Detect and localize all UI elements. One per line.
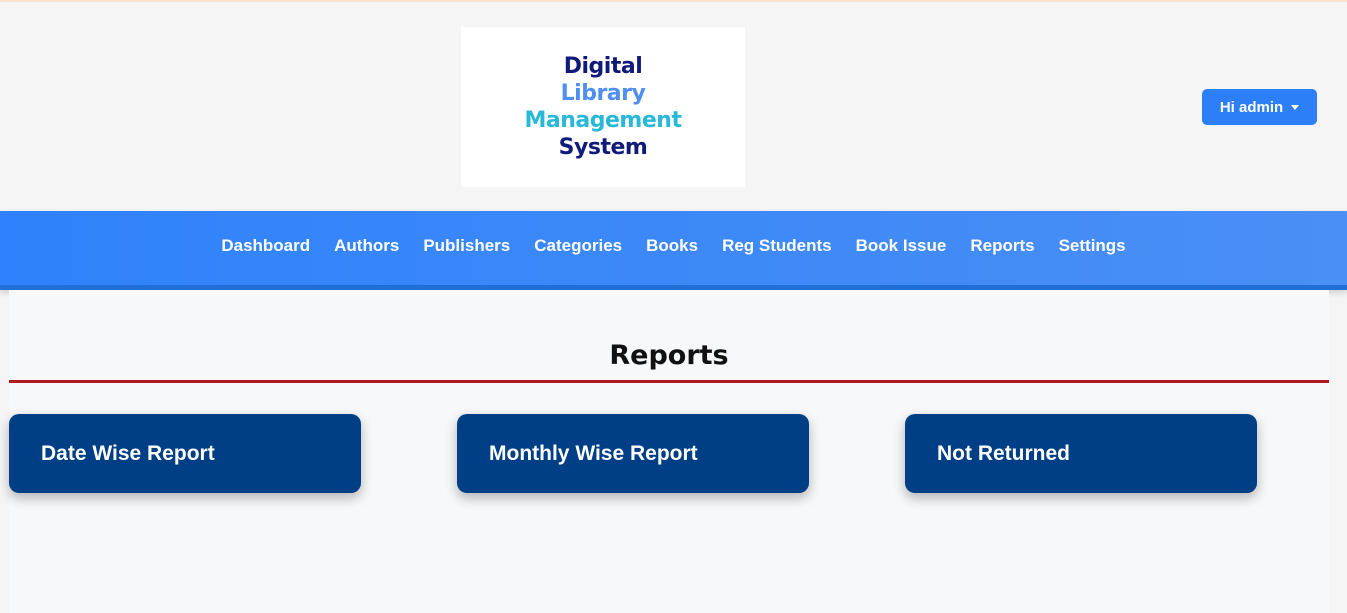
monthly-wise-report-card[interactable]: Monthly Wise Report [457, 414, 809, 493]
logo-line-4: System [558, 135, 648, 160]
nav-item-book-issue[interactable]: Book Issue [844, 236, 959, 256]
nav-item-reports[interactable]: Reports [958, 236, 1046, 256]
main-content: Reports Date Wise Report Monthly Wise Re… [9, 290, 1329, 613]
logo-line-1: Digital [563, 54, 643, 79]
user-menu-label: Hi admin [1219, 98, 1284, 116]
card-label: Not Returned [937, 441, 1070, 465]
nav-item-publishers[interactable]: Publishers [411, 236, 522, 256]
card-label: Date Wise Report [41, 441, 215, 465]
nav-item-categories[interactable]: Categories [522, 236, 634, 256]
logo-line-3: Management [524, 108, 682, 133]
nav-item-authors[interactable]: Authors [322, 236, 411, 256]
logo-line-2: Library [560, 81, 646, 106]
nav-item-dashboard[interactable]: Dashboard [209, 236, 322, 256]
header: Digital Library Management System Hi adm… [0, 2, 1347, 211]
user-menu-button[interactable]: Hi admin [1202, 89, 1317, 125]
date-wise-report-card[interactable]: Date Wise Report [9, 414, 361, 493]
caret-down-icon [1291, 104, 1300, 110]
card-label: Monthly Wise Report [489, 441, 698, 465]
nav-item-books[interactable]: Books [634, 236, 710, 256]
page-title: Reports [609, 340, 729, 371]
main-navbar: Dashboard Authors Publishers Categories … [0, 211, 1347, 290]
app-logo[interactable]: Digital Library Management System [461, 27, 745, 187]
nav-item-settings[interactable]: Settings [1047, 236, 1138, 256]
nav-item-reg-students[interactable]: Reg Students [710, 236, 844, 256]
title-divider [9, 380, 1329, 383]
not-returned-card[interactable]: Not Returned [905, 414, 1257, 493]
